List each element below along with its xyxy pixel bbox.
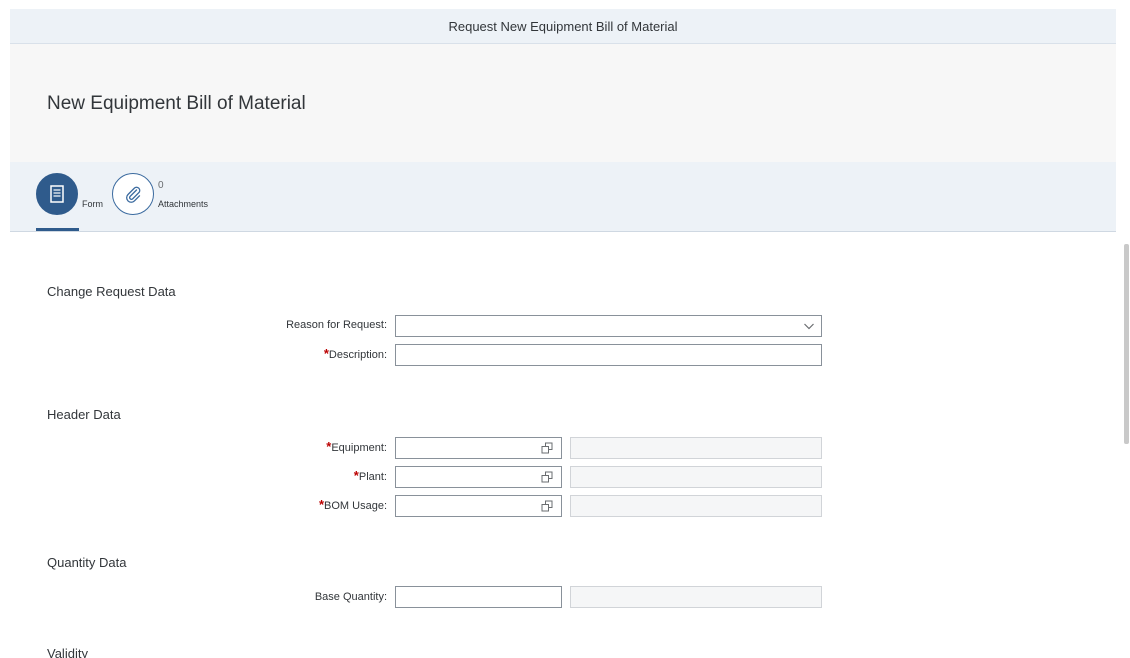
attachments-count: 0 [158,180,164,191]
value-help-icon[interactable] [541,442,553,454]
description-label: *Description: [127,346,387,361]
section-title-change-request: Change Request Data [47,284,176,299]
plant-label-text: Plant: [358,471,387,483]
description-label-text: Description: [328,349,387,361]
section-title-quantity-data: Quantity Data [47,555,127,570]
plant-label: *Plant: [127,468,387,483]
section-title-validity: Validity [47,646,88,658]
value-help-icon[interactable] [541,500,553,512]
tab-bar: Form 0 Attachments [10,162,1116,232]
bom-usage-label: *BOM Usage: [127,497,387,512]
bom-usage-description-field [570,495,822,517]
tab-form-label: Form [82,199,103,209]
description-input[interactable] [395,344,822,366]
value-help-icon[interactable] [541,471,553,483]
shell-title: Request New Equipment Bill of Material [448,18,678,34]
base-quantity-label: Base Quantity: [127,591,387,603]
page-title: New Equipment Bill of Material [47,93,306,114]
equipment-label-text: Equipment: [331,442,387,454]
equipment-label: *Equipment: [127,439,387,454]
page-header: New Equipment Bill of Material [10,44,1116,162]
reason-for-request-select[interactable] [395,315,822,337]
plant-description-field [570,466,822,488]
equipment-description-field [570,437,822,459]
chevron-down-icon[interactable] [803,320,815,332]
base-quantity-unit-field [570,586,822,608]
base-quantity-label-text: Base Quantity: [314,591,387,603]
reason-for-request-label: Reason for Request: [127,319,387,331]
bom-usage-input[interactable] [395,495,562,517]
paperclip-icon [112,173,154,215]
section-title-header-data: Header Data [47,407,121,422]
tab-form[interactable]: Form [36,173,103,215]
bom-usage-label-text: BOM Usage: [324,500,387,512]
vertical-scrollbar[interactable] [1124,244,1129,444]
tab-attachments-label: Attachments [158,199,209,209]
tab-attachments[interactable]: 0 Attachments [112,173,208,215]
plant-input[interactable] [395,466,562,488]
base-quantity-input[interactable] [395,586,562,608]
reason-for-request-label-text: Reason for Request: [286,319,387,331]
equipment-input[interactable] [395,437,562,459]
tab-selected-indicator [36,228,79,231]
form-icon [36,173,78,215]
shell-bar: Request New Equipment Bill of Material [10,9,1116,44]
